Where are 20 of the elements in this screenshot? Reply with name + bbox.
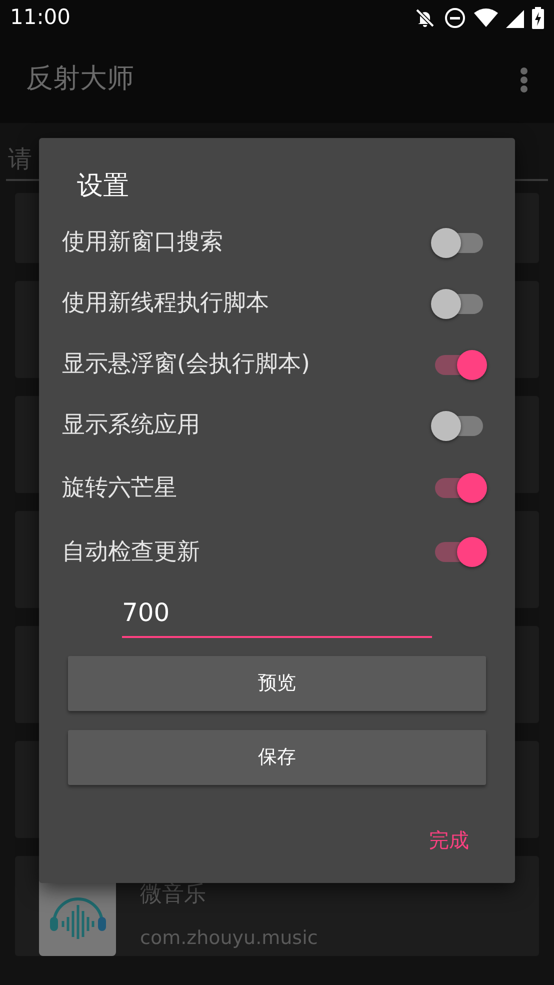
dialog-button[interactable]: 预览 [68, 656, 486, 710]
more-menu-icon[interactable] [520, 66, 528, 92]
do-not-disturb-icon [444, 7, 466, 29]
app-name: 微音乐 [140, 881, 207, 908]
dialog-button[interactable]: 保存 [68, 730, 486, 784]
setting-label: 使用新线程执行脚本 [62, 289, 269, 318]
wifi-icon [474, 8, 498, 28]
setting-label: 使用新窗口搜索 [62, 228, 223, 258]
package-name: com.zhouyu.music [140, 926, 318, 950]
setting-label: 自动检查更新 [62, 538, 200, 567]
dialog-title: 设置 [77, 170, 129, 203]
number-field[interactable]: 700 [122, 594, 432, 638]
app-title: 反射大师 [26, 62, 134, 96]
signal-icon [506, 8, 524, 28]
setting-label: 显示系统应用 [62, 411, 200, 440]
setting-label: 旋转六芒星 [62, 474, 177, 503]
clock: 11:00 [10, 4, 71, 32]
setting-label: 显示悬浮窗(会执行脚本) [62, 350, 310, 380]
notifications-off-icon [414, 7, 436, 29]
battery-charging-icon [532, 7, 544, 29]
